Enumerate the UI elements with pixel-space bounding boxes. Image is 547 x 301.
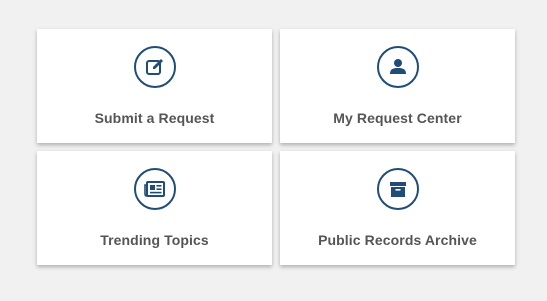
my-request-center-tile[interactable]: My Request Center <box>280 29 515 143</box>
request-options-grid: Submit a Request My Request Center Trend… <box>37 29 515 265</box>
archive-box-icon <box>376 168 419 210</box>
trending-topics-tile[interactable]: Trending Topics <box>37 151 272 265</box>
submit-request-tile[interactable]: Submit a Request <box>37 29 272 143</box>
public-records-archive-label: Public Records Archive <box>318 232 477 248</box>
public-records-archive-tile[interactable]: Public Records Archive <box>280 151 515 265</box>
edit-icon <box>133 46 176 88</box>
newspaper-icon <box>133 168 176 210</box>
user-icon <box>376 46 419 88</box>
my-request-center-label: My Request Center <box>333 110 462 126</box>
submit-request-label: Submit a Request <box>94 110 215 126</box>
trending-topics-label: Trending Topics <box>100 232 209 248</box>
